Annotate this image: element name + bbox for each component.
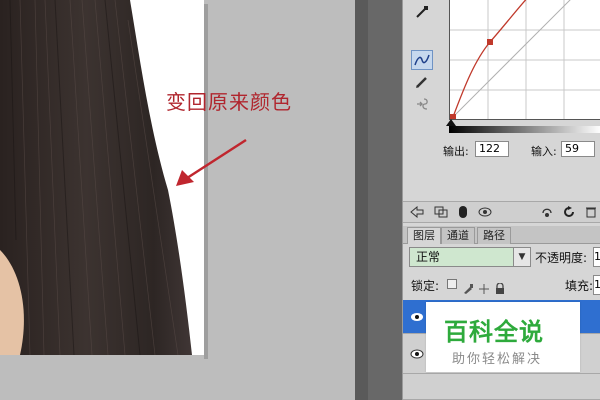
- eyedropper-tool[interactable]: [411, 2, 433, 22]
- back-arrow-icon[interactable]: [409, 205, 425, 219]
- pencil-icon: [416, 77, 427, 88]
- curves-graph[interactable]: [449, 0, 600, 120]
- annotation-text: 变回原来颜色: [166, 90, 292, 114]
- input-field[interactable]: 59: [561, 141, 595, 157]
- eyedropper-icon: [416, 6, 428, 18]
- tab-channels[interactable]: 通道: [441, 227, 475, 244]
- chevron-down-icon[interactable]: ▼: [513, 248, 530, 266]
- previous-state-icon[interactable]: [539, 205, 555, 219]
- eye-icon[interactable]: [409, 348, 425, 360]
- watermark-subtitle: 助你轻松解决: [452, 352, 543, 367]
- visibility-eye-icon[interactable]: [477, 205, 493, 219]
- lock-label: 锁定:: [411, 279, 440, 293]
- smooth-icon: [417, 98, 428, 110]
- input-gradient-bar: [449, 126, 600, 133]
- black-point-slider[interactable]: [446, 119, 456, 126]
- lock-transparent-icon[interactable]: [447, 279, 457, 289]
- curves-graph-svg: [450, 0, 600, 119]
- layers-tabs: 图层 通道 路径: [403, 226, 600, 244]
- curve-control-point[interactable]: [487, 39, 493, 45]
- opacity-label: 不透明度:: [535, 251, 588, 265]
- pencil-tool[interactable]: [411, 72, 433, 92]
- input-label: 输入:: [531, 145, 557, 158]
- lock-icon[interactable]: [495, 279, 505, 294]
- eye-icon[interactable]: [409, 311, 425, 323]
- lock-position-icon[interactable]: [479, 279, 489, 294]
- blend-mode-value: 正常: [416, 250, 441, 264]
- watermark-logo: 百科全说 助你轻松解决: [426, 302, 580, 372]
- panel-divider: [355, 0, 368, 400]
- curve-edit-tool[interactable]: [411, 50, 433, 70]
- curve-tool-icon: [414, 54, 430, 66]
- adjustments-toolbar: [403, 201, 600, 223]
- annotation-arrow-icon: [176, 138, 247, 186]
- clip-layer-icon[interactable]: [433, 205, 449, 219]
- lock-pixels-icon[interactable]: [463, 279, 473, 294]
- blend-mode-select[interactable]: 正常 ▼: [409, 247, 531, 267]
- output-label: 输出:: [443, 145, 469, 158]
- watermark-title: 百科全说: [444, 318, 544, 346]
- smooth-tool[interactable]: [411, 94, 433, 114]
- delete-adjustment-icon[interactable]: [583, 205, 599, 219]
- opacity-field[interactable]: 10: [593, 247, 600, 267]
- output-field[interactable]: 122: [475, 141, 509, 157]
- layer-row[interactable]: [403, 374, 600, 400]
- tab-layers[interactable]: 图层: [407, 227, 441, 244]
- panel-dock-strip: [368, 0, 402, 400]
- fill-label: 填充:: [565, 279, 594, 293]
- reset-icon[interactable]: [561, 205, 577, 219]
- canvas-area[interactable]: 变回原来颜色: [0, 0, 355, 400]
- mask-icon[interactable]: [455, 205, 471, 219]
- tab-paths[interactable]: 路径: [477, 227, 511, 244]
- fill-field[interactable]: 10: [593, 275, 600, 295]
